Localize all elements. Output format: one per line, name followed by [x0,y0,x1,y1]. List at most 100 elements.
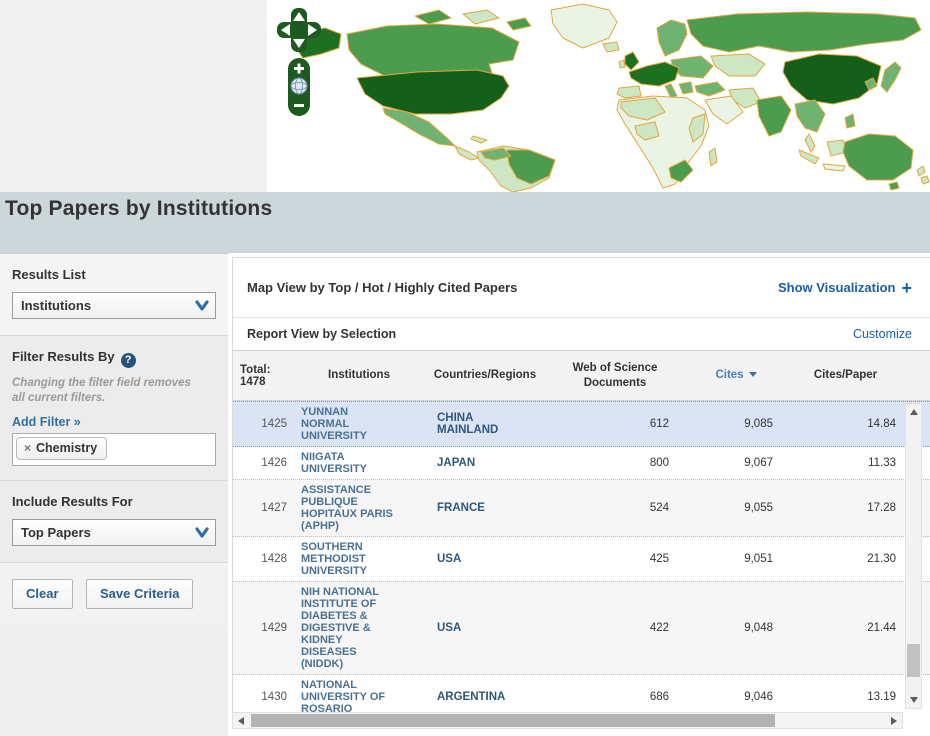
institution-link[interactable]: NIIGATA UNIVERSITY [301,451,395,475]
sidebar: Results List Institutions Filter Results… [0,253,228,736]
criteria-buttons: Clear Save Criteria [0,563,228,625]
institution-link[interactable]: NATIONAL UNIVERSITY OF ROSARIO [301,679,395,712]
row-rank: 1428 [233,553,293,565]
row-wos-documents: 524 [545,502,685,514]
table-rows: 1425 YUNNAN NORMAL UNIVERSITY CHINA MAINLA… [233,401,930,712]
table-body: 1425 YUNNAN NORMAL UNIVERSITY CHINA MAINLA… [233,401,930,712]
row-wos-documents: 425 [545,553,685,565]
map-controls[interactable] [277,8,321,116]
map-view-row: Map View by Top / Hot / Highly Cited Pap… [233,258,930,318]
chevron-down-icon [189,526,215,539]
results-list-value: Institutions [21,298,91,313]
filter-note: Changing the filter field removes all cu… [12,376,202,406]
table-row[interactable]: 1425 YUNNAN NORMAL UNIVERSITY CHINA MAINLA… [233,401,930,447]
row-institution: SOUTHERN METHODIST UNIVERSITY [293,541,425,577]
customize-link[interactable]: Customize [853,327,912,341]
filter-chip-label: Chemistry [36,441,97,455]
map-countries[interactable] [293,4,929,192]
row-institution: ASSISTANCE PUBLIQUE HOPITAUX PARIS (APHP… [293,484,425,532]
include-results-value: Top Papers [21,525,91,540]
vertical-scrollbar[interactable] [905,403,922,709]
col-countries-regions[interactable]: Countries/Regions [425,368,545,382]
row-country: ARGENTINA [425,691,545,703]
save-criteria-button[interactable]: Save Criteria [86,579,194,609]
help-icon[interactable]: ? [121,353,136,368]
row-cites-per-paper: 11.33 [787,457,904,469]
row-rank: 1429 [233,622,293,634]
row-country: CHINA MAINLAND [425,412,545,436]
row-wos-documents: 612 [545,418,685,430]
choropleth-world-map[interactable] [267,0,930,192]
row-cites: 9,067 [685,457,787,469]
results-list-section: Results List Institutions [0,254,228,336]
include-results-label: Include Results For [12,494,216,509]
row-cites: 9,046 [685,691,787,703]
chevron-down-icon [189,299,215,312]
row-country: JAPAN [425,457,545,469]
institution-link[interactable]: SOUTHERN METHODIST UNIVERSITY [301,541,395,577]
map-view-title: Map View by Top / Hot / Highly Cited Pap… [247,280,517,295]
zoom-out-icon [294,104,304,107]
table-row[interactable]: 1429 NIH NATIONAL INSTITUTE OF DIABETES &… [233,582,930,675]
blank-region [0,0,267,192]
row-cites-per-paper: 17.28 [787,502,904,514]
col-institutions[interactable]: Institutions [293,368,425,382]
row-cites: 9,048 [685,622,787,634]
horizontal-scrollbar-thumb[interactable] [251,714,775,727]
row-cites-per-paper: 21.30 [787,553,904,565]
world-map-visualization [267,0,930,192]
scroll-left-arrow[interactable] [233,713,249,728]
show-visualization-label: Show Visualization [778,280,896,295]
scroll-up-arrow[interactable] [906,404,921,420]
results-list-label: Results List [12,267,216,282]
remove-filter-icon[interactable]: × [24,441,31,455]
col-cites-per-paper[interactable]: Cites/Paper [787,368,904,382]
table-row[interactable]: 1426NIIGATA UNIVERSITYJAPAN8009,06711.33 [233,447,930,480]
total-count: Total: 1478 [233,364,293,388]
clear-button[interactable]: Clear [12,579,73,609]
horizontal-scrollbar[interactable] [232,712,903,729]
row-rank: 1425 [233,418,293,430]
row-cites: 9,085 [685,418,787,430]
institution-link[interactable]: YUNNAN NORMAL UNIVERSITY [301,406,395,442]
row-cites-per-paper: 13.19 [787,691,904,703]
col-cites-sort[interactable]: Cites [685,368,787,382]
results-panel: Map View by Top / Hot / Highly Cited Pap… [232,257,930,712]
table-row[interactable]: 1428 SOUTHERN METHODIST UNIVERSITY USA4259… [233,537,930,582]
globe-icon [291,78,307,94]
include-results-select[interactable]: Top Papers [12,519,216,546]
total-label: Total: [240,364,293,376]
row-wos-documents: 686 [545,691,685,703]
row-rank: 1426 [233,457,293,469]
institution-link[interactable]: NIH NATIONAL INSTITUTE OF DIABETES & DIG… [301,586,395,670]
vertical-scrollbar-thumb[interactable] [907,644,920,677]
row-rank: 1430 [233,691,293,703]
zoom-control[interactable] [288,58,310,116]
row-cites: 9,051 [685,553,787,565]
filter-chip[interactable]: × Chemistry [16,437,107,460]
page-title: Top Papers by Institutions [5,197,920,221]
add-filter-link[interactable]: Add Filter » [12,415,216,429]
row-cites-per-paper: 14.84 [787,418,904,430]
plus-icon: + [901,279,912,297]
scroll-right-arrow[interactable] [886,713,902,728]
total-value: 1478 [240,376,293,388]
include-results-section: Include Results For Top Papers [0,481,228,563]
row-institution: NATIONAL UNIVERSITY OF ROSARIO [293,679,425,712]
title-band: Top Papers by Institutions [0,192,930,253]
results-list-select[interactable]: Institutions [12,292,216,319]
show-visualization-link[interactable]: Show Visualization + [778,279,912,297]
table-row[interactable]: 1427ASSISTANCE PUBLIQUE HOPITAUX PARIS (… [233,480,930,537]
table-row[interactable]: 1430 NATIONAL UNIVERSITY OF ROSARIO ARGENT… [233,675,930,712]
row-institution: NIIGATA UNIVERSITY [293,451,425,475]
filter-input[interactable]: × Chemistry [12,433,216,466]
row-cites: 9,055 [685,502,787,514]
filter-results-label-text: Filter Results By [12,349,115,364]
col-wos-documents[interactable]: Web of Science Documents [545,361,685,390]
row-institution: YUNNAN NORMAL UNIVERSITY [293,406,425,442]
table-header: Total: 1478 Institutions Countries/Regio… [233,351,930,401]
row-country: USA [425,553,545,565]
institution-link[interactable]: ASSISTANCE PUBLIQUE HOPITAUX PARIS (APHP… [301,484,395,532]
row-wos-documents: 422 [545,622,685,634]
scroll-down-arrow[interactable] [906,692,921,708]
